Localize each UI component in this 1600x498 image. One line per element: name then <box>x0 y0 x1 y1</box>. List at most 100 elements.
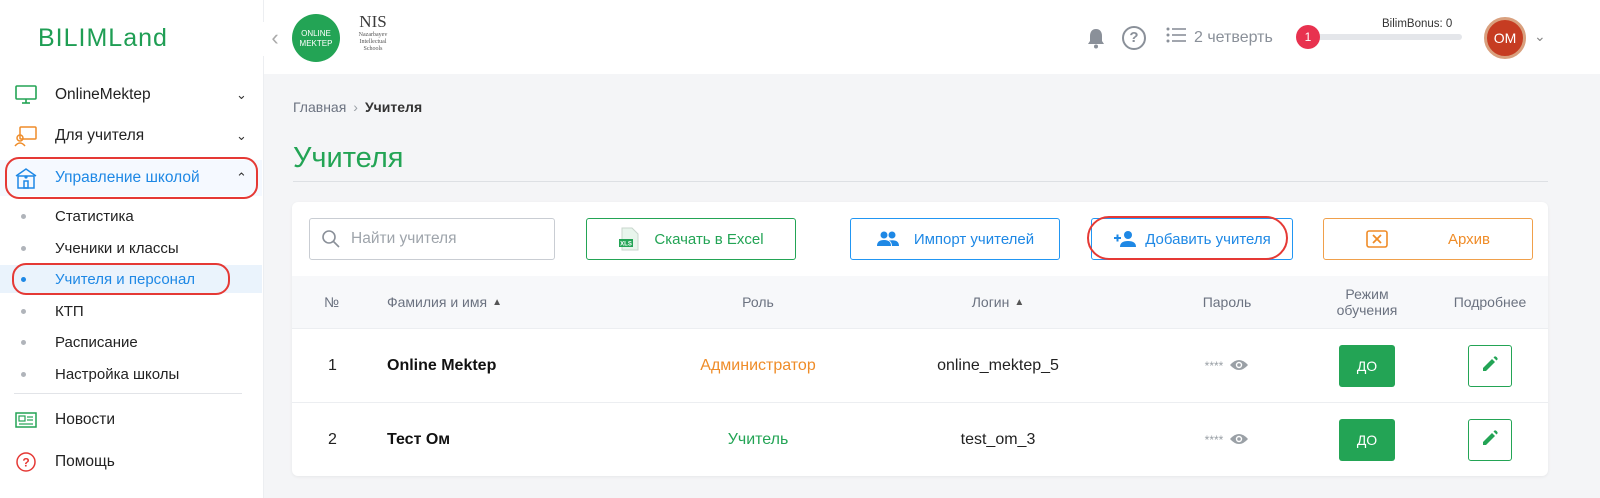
sidebar-subitem-statistics[interactable]: Статистика <box>0 202 262 230</box>
col-login[interactable]: Логин ▲︎ <box>898 276 1098 328</box>
bullet-icon <box>21 213 26 219</box>
sidebar-item-school-management[interactable]: Управление школой ⌃ <box>0 160 262 196</box>
subitem-label: Ученики и классы <box>55 239 179 257</box>
sidebar-item-label: Для учителя <box>55 127 145 144</box>
import-teachers-label: Импорт учителей <box>913 230 1035 248</box>
sort-icon[interactable]: ▲︎ <box>492 297 502 308</box>
bullet-icon <box>21 276 26 282</box>
sort-icon[interactable]: ▲︎ <box>1014 297 1024 308</box>
avatar[interactable]: ОМ <box>1484 17 1526 59</box>
sidebar-subitem-schedule[interactable]: Расписание <box>0 328 262 356</box>
eye-icon[interactable] <box>1229 432 1249 449</box>
teachers-card: XLS Скачать в Excel Импорт учителей Доба… <box>292 202 1548 476</box>
row-details-cell <box>1468 329 1512 403</box>
row-name: Online Mektep <box>387 357 497 374</box>
row-number: 1 <box>328 357 337 374</box>
search-icon <box>321 229 341 249</box>
row-role: Учитель <box>727 431 789 448</box>
breadcrumb-current: Учителя <box>364 99 423 115</box>
archive-button[interactable]: Архив <box>1323 218 1533 260</box>
bilimbonus-label: BilimBonus: 0 <box>1382 18 1453 30</box>
eye-icon[interactable] <box>1229 358 1249 375</box>
col-number: № <box>324 294 340 310</box>
bullet-icon <box>21 245 26 251</box>
add-teacher-label: Добавить учителя <box>1145 230 1271 248</box>
bilimbonus-level-badge: 1 <box>1296 25 1320 49</box>
sidebar-item-label: Помощь <box>55 453 115 470</box>
svg-text:?: ? <box>22 456 29 470</box>
help-circle-icon: ? <box>14 451 38 473</box>
top-header: ONLINE MEKTEP NIS Nazarbayev Intellectua… <box>264 0 1600 74</box>
bullet-icon <box>21 339 26 345</box>
chevron-right-icon: › <box>353 99 358 115</box>
sidebar-item-news[interactable]: Новости <box>0 402 262 438</box>
row-login: online_mektep_5 <box>937 357 1059 374</box>
svg-text:XLS: XLS <box>621 242 633 248</box>
chevron-down-icon[interactable]: ⌄ <box>1534 28 1546 45</box>
sidebar-subitem-students[interactable]: Ученики и классы <box>0 234 262 262</box>
import-teachers-button[interactable]: Импорт учителей <box>850 218 1060 260</box>
sidebar-item-onlinemektep[interactable]: OnlineMektep ⌄ <box>0 77 262 113</box>
pencil-icon <box>1481 355 1499 378</box>
search-box[interactable] <box>309 218 555 260</box>
online-mektep-logo[interactable]: ONLINE MEKTEP <box>292 14 340 62</box>
bilimland-logo[interactable]: BILIMLand <box>38 24 168 53</box>
add-user-icon <box>1113 230 1137 248</box>
teacher-icon <box>14 125 38 147</box>
search-input[interactable] <box>351 230 541 248</box>
table-row: 1 Online Mektep Администратор online_mek… <box>292 328 1548 402</box>
row-password: **** <box>1172 403 1282 477</box>
learning-mode-button[interactable]: ДО <box>1339 419 1395 461</box>
help-icon[interactable]: ? <box>1122 26 1146 50</box>
row-password: **** <box>1172 329 1282 403</box>
edit-button[interactable] <box>1468 345 1512 387</box>
chevron-up-icon: ⌃ <box>236 170 247 185</box>
col-mode: Режим обучения <box>1336 286 1398 318</box>
sidebar-item-for-teacher[interactable]: Для учителя ⌄ <box>0 118 262 154</box>
chevron-down-icon: ⌄ <box>236 128 247 143</box>
archive-label: Архив <box>1447 230 1491 248</box>
title-divider <box>293 181 1548 182</box>
row-details-cell <box>1468 403 1512 477</box>
bullet-icon <box>21 371 26 377</box>
download-excel-button[interactable]: XLS Скачать в Excel <box>586 218 796 260</box>
row-mode-cell: ДО <box>1339 403 1395 477</box>
sidebar-subitem-school-settings[interactable]: Настройка школы <box>0 360 262 388</box>
row-role: Администратор <box>700 357 816 374</box>
add-teacher-button[interactable]: Добавить учителя <box>1091 218 1293 260</box>
subitem-label: Расписание <box>55 333 138 351</box>
row-login: test_om_3 <box>960 431 1036 448</box>
sidebar-subitem-teachers[interactable]: Учителя и персонал <box>0 265 262 293</box>
table-header: № Фамилия и имя ▲︎ Роль Логин ▲︎ Пароль … <box>292 276 1548 328</box>
subitem-label: Статистика <box>55 207 134 225</box>
bullet-icon <box>21 308 26 314</box>
sidebar-subitem-ktp[interactable]: КТП <box>0 297 262 325</box>
col-password: Пароль <box>1202 294 1252 310</box>
col-details: Подробнее <box>1453 294 1527 310</box>
sidebar-divider <box>14 393 242 394</box>
subitem-label: Учителя и персонал <box>55 270 196 288</box>
quarter-selector[interactable]: 2 четверть <box>1166 27 1273 48</box>
xls-file-icon: XLS <box>618 227 640 251</box>
sidebar-item-label: OnlineMektep <box>55 86 151 103</box>
subitem-label: КТП <box>55 302 84 320</box>
learning-mode-button[interactable]: ДО <box>1339 345 1395 387</box>
sidebar-item-help[interactable]: ? Помощь <box>0 444 262 480</box>
breadcrumb-home[interactable]: Главная <box>293 99 346 115</box>
table-row: 2 Тест Ом Учитель test_om_3 **** ДО <box>292 402 1548 476</box>
bell-icon[interactable] <box>1084 26 1108 50</box>
edit-button[interactable] <box>1468 419 1512 461</box>
bilimbonus-progress-bar <box>1308 34 1462 40</box>
breadcrumb: Главная › Учителя <box>293 99 422 115</box>
pencil-icon <box>1481 429 1499 452</box>
users-icon <box>876 230 900 248</box>
col-name[interactable]: Фамилия и имя ▲︎ <box>387 276 502 328</box>
subitem-label: Настройка школы <box>55 365 180 383</box>
page-title: Учителя <box>293 142 404 174</box>
col-name-label: Фамилия и имя <box>387 294 488 310</box>
password-mask: **** <box>1204 359 1224 373</box>
archive-box-icon <box>1366 230 1388 248</box>
password-mask: **** <box>1204 433 1224 447</box>
col-role: Роль <box>742 294 774 310</box>
nis-logo-text: NIS <box>359 12 387 31</box>
